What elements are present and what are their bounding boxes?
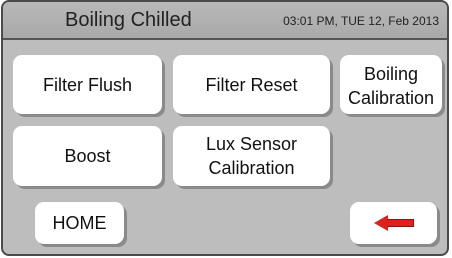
home-label: HOME <box>52 213 107 233</box>
lux-sensor-calibration-label-line2: Calibration <box>208 158 295 178</box>
touch-screen-panel: Boiling Chilled 03:01 PM, TUE 12, Feb 20… <box>1 0 449 256</box>
filter-flush-label: Filter Flush <box>42 74 132 95</box>
boost-label: Boost <box>64 146 111 166</box>
page-title: Boiling Chilled <box>65 9 192 31</box>
lux-sensor-calibration-label-line1: Lux Sensor <box>205 134 298 154</box>
back-button[interactable] <box>350 202 437 244</box>
boiling-calibration-label-line1: Boiling <box>363 63 419 84</box>
boiling-calibration-label: Boiling Calibration <box>348 62 434 110</box>
lux-sensor-calibration-label: Lux Sensor Calibration <box>206 132 297 180</box>
home-button[interactable]: HOME <box>35 202 124 244</box>
left-arrow-icon <box>373 215 414 231</box>
filter-reset-button[interactable]: Filter Reset <box>173 55 330 114</box>
filter-reset-label: Filter Reset <box>205 74 298 95</box>
date-time-display: 03:01 PM, TUE 12, Feb 2013 <box>283 14 439 28</box>
title-bar: Boiling Chilled 03:01 PM, TUE 12, Feb 20… <box>3 2 447 40</box>
boost-button[interactable]: Boost <box>13 126 162 186</box>
boiling-calibration-label-line2: Calibration <box>347 87 435 108</box>
lux-sensor-calibration-button[interactable]: Lux Sensor Calibration <box>173 126 330 186</box>
filter-flush-button[interactable]: Filter Flush <box>13 55 162 114</box>
boiling-calibration-button[interactable]: Boiling Calibration <box>340 55 442 114</box>
